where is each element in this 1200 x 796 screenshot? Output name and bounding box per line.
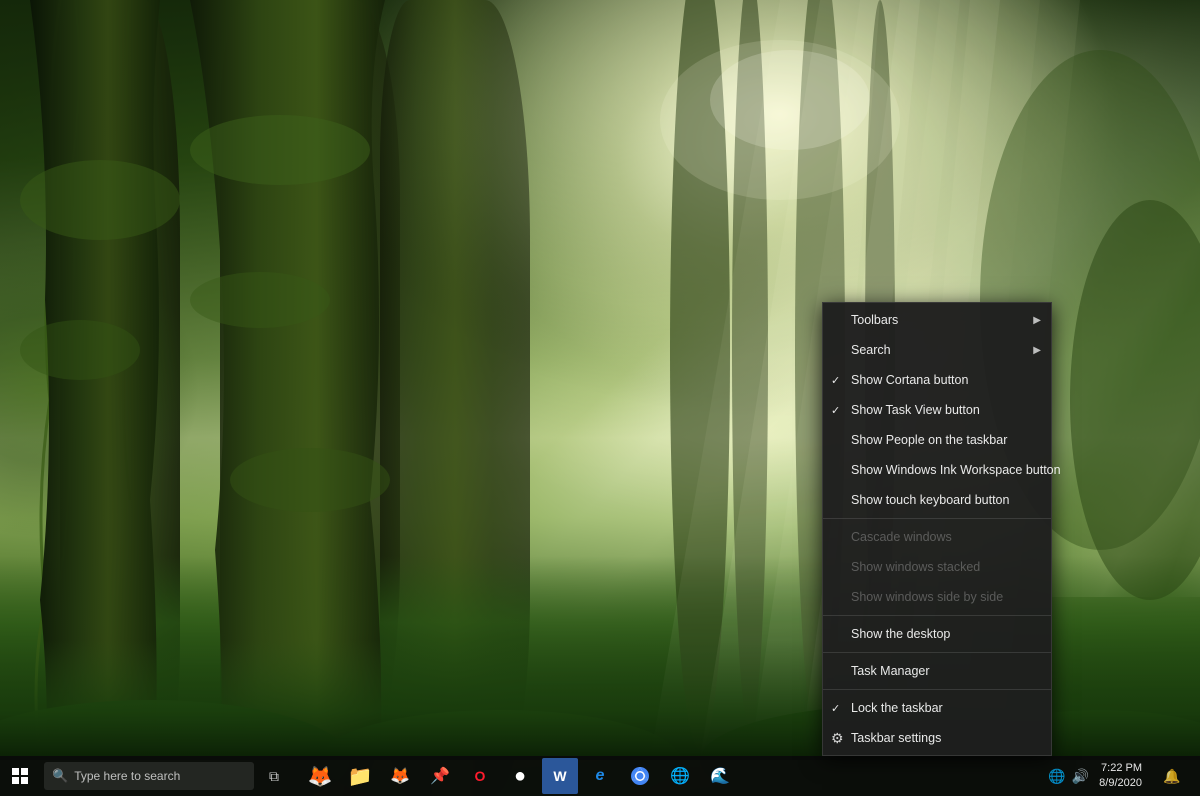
windows-logo-icon xyxy=(12,768,28,784)
lock-taskbar-check: ✓ xyxy=(831,702,840,715)
menu-item-toolbars[interactable]: Toolbars xyxy=(823,305,1051,335)
menu-item-search[interactable]: Search xyxy=(823,335,1051,365)
menu-item-task-manager[interactable]: Task Manager xyxy=(823,656,1051,686)
menu-item-show-desktop[interactable]: Show the desktop xyxy=(823,619,1051,649)
task-view-button[interactable]: ⧉ xyxy=(254,756,294,796)
menu-item-show-cortana[interactable]: ✓ Show Cortana button xyxy=(823,365,1051,395)
menu-item-cascade: Cascade windows xyxy=(823,522,1051,552)
task-view-check: ✓ xyxy=(831,404,840,417)
menu-label-toolbars: Toolbars xyxy=(851,313,898,327)
menu-label-touch-kb: Show touch keyboard button xyxy=(851,493,1009,507)
gear-icon: ⚙ xyxy=(831,730,844,747)
taskbar-app-pin[interactable]: 📌 xyxy=(422,758,458,794)
notification-button[interactable]: 🔔 xyxy=(1152,756,1192,796)
menu-label-stacked: Show windows stacked xyxy=(851,560,980,574)
search-icon: 🔍 xyxy=(52,768,68,784)
network-icon[interactable]: 🌐 xyxy=(1048,768,1065,785)
menu-label-show-desktop: Show the desktop xyxy=(851,627,950,641)
clock-date: 8/9/2020 xyxy=(1099,776,1142,791)
taskbar-right: 🌐 🔊 7:22 PM 8/9/2020 🔔 xyxy=(1048,756,1200,796)
menu-item-show-touch-keyboard[interactable]: Show touch keyboard button xyxy=(823,485,1051,515)
menu-item-show-ink-workspace[interactable]: Show Windows Ink Workspace button xyxy=(823,455,1051,485)
menu-item-taskbar-settings[interactable]: ⚙ Taskbar settings xyxy=(823,723,1051,753)
taskbar-app-ie[interactable]: e xyxy=(582,758,618,794)
taskbar-context-menu: Toolbars Search ✓ Show Cortana button ✓ … xyxy=(822,302,1052,756)
clock-time: 7:22 PM xyxy=(1099,761,1142,776)
menu-label-cortana: Show Cortana button xyxy=(851,373,968,387)
menu-label-ink: Show Windows Ink Workspace button xyxy=(851,463,1061,477)
taskbar-app-firefox2[interactable]: 🦊 xyxy=(382,758,418,794)
menu-label-search: Search xyxy=(851,343,891,357)
separator-2 xyxy=(823,615,1051,616)
menu-label-people: Show People on the taskbar xyxy=(851,433,1007,447)
volume-icon[interactable]: 🔊 xyxy=(1072,768,1089,785)
separator-3 xyxy=(823,652,1051,653)
menu-item-show-people[interactable]: Show People on the taskbar xyxy=(823,425,1051,455)
menu-label-task-view: Show Task View button xyxy=(851,403,980,417)
menu-label-side-by-side: Show windows side by side xyxy=(851,590,1003,604)
cortana-check: ✓ xyxy=(831,374,840,387)
taskbar-app-edge[interactable]: 🌐 xyxy=(662,758,698,794)
clock[interactable]: 7:22 PM 8/9/2020 xyxy=(1093,761,1148,792)
taskbar-app-firefox[interactable]: 🦊 xyxy=(302,758,338,794)
system-tray: 🌐 🔊 xyxy=(1048,768,1089,785)
menu-item-show-task-view[interactable]: ✓ Show Task View button xyxy=(823,395,1051,425)
menu-item-stacked: Show windows stacked xyxy=(823,552,1051,582)
menu-label-task-manager: Task Manager xyxy=(851,664,930,678)
taskbar-apps: 🦊 📁 🦊 📌 O ● W e 🌐 🌊 xyxy=(302,758,738,794)
taskbar-app-word[interactable]: W xyxy=(542,758,578,794)
menu-label-cascade: Cascade windows xyxy=(851,530,952,544)
taskbar-app-chrome[interactable] xyxy=(622,758,658,794)
separator-1 xyxy=(823,518,1051,519)
moss-overlay xyxy=(0,239,200,539)
taskbar-app-folder[interactable]: 📁 xyxy=(342,758,378,794)
start-button[interactable] xyxy=(0,756,40,796)
separator-4 xyxy=(823,689,1051,690)
menu-label-taskbar-settings: Taskbar settings xyxy=(851,731,941,745)
taskbar: 🔍 Type here to search ⧉ 🦊 📁 🦊 📌 O ● W e … xyxy=(0,756,1200,796)
menu-item-side-by-side: Show windows side by side xyxy=(823,582,1051,612)
menu-label-lock-taskbar: Lock the taskbar xyxy=(851,701,943,715)
taskbar-app-opera[interactable]: O xyxy=(462,758,498,794)
search-placeholder: Type here to search xyxy=(74,769,180,783)
menu-item-lock-taskbar[interactable]: ✓ Lock the taskbar xyxy=(823,693,1051,723)
task-view-icon: ⧉ xyxy=(269,768,279,785)
taskbar-app-edge-new[interactable]: 🌊 xyxy=(702,758,738,794)
taskbar-app-misc[interactable]: ● xyxy=(502,758,538,794)
taskbar-search[interactable]: 🔍 Type here to search xyxy=(44,762,254,790)
